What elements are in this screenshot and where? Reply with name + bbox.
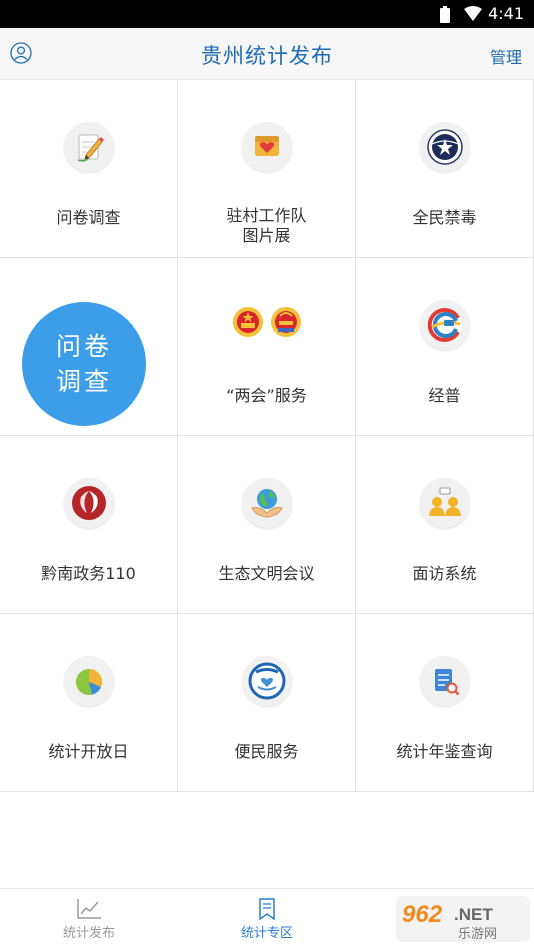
site-watermark-logo: 962 .NET 乐游网: [396, 896, 530, 942]
line-chart-icon: [77, 899, 101, 919]
status-bar: 4:41: [0, 0, 534, 28]
red-flame-logo-icon: [64, 478, 114, 528]
grid-item-interview-system[interactable]: 面访系统: [356, 436, 534, 614]
grid-item-yearbook-query[interactable]: 统计年鉴查询: [356, 614, 534, 792]
clock-time: 4:41: [488, 4, 524, 23]
grid-item-village-team-gallery[interactable]: 驻村工作队 图片展: [178, 80, 356, 258]
pencil-notepad-icon: [64, 122, 114, 172]
grid-item-label: 驻村工作队 图片展: [178, 206, 355, 246]
grid-item-label: 便民服务: [234, 742, 299, 761]
svg-text:乐游网: 乐游网: [458, 927, 497, 942]
floating-survey-button[interactable]: 问卷 调查: [22, 302, 146, 426]
feature-grid: 问卷调查 驻村工作队 图片展 全民禁毒 “两会”服务 经普 黔南政务110 生态…: [0, 80, 534, 792]
document-search-icon: [420, 656, 470, 706]
grid-item-public-service[interactable]: 便民服务: [178, 614, 356, 792]
wifi-icon: [464, 6, 482, 21]
svg-text:.NET: .NET: [454, 905, 493, 924]
grid-item-economic-census[interactable]: 经普: [356, 258, 534, 436]
bookmark-doc-icon: [259, 898, 275, 920]
app-header: 贵州统计发布 管理: [0, 28, 534, 80]
grid-item-label: 统计年鉴查询: [396, 742, 493, 761]
grid-item-label: 经普: [428, 386, 461, 405]
grid-item-statistics-open-day[interactable]: 统计开放日: [0, 614, 178, 792]
floating-button-line1: 问卷: [55, 332, 112, 361]
svg-text:962: 962: [402, 901, 443, 928]
grid-item-qiannan-gov-110[interactable]: 黔南政务110: [0, 436, 178, 614]
tab-label: 统计专区: [240, 926, 293, 941]
grid-item-label: 面访系统: [412, 564, 477, 583]
anti-drug-emblem-icon: [420, 122, 470, 172]
pie-chart-icon: [64, 656, 114, 706]
grid-item-label: 全民禁毒: [412, 208, 477, 227]
globe-hands-icon: [242, 478, 292, 528]
grid-item-eco-civilization-meeting[interactable]: 生态文明会议: [178, 436, 356, 614]
grid-item-label: 统计开放日: [48, 742, 129, 761]
battery-icon: [440, 6, 450, 23]
grid-item-two-sessions[interactable]: “两会”服务: [178, 258, 356, 436]
grid-item-label-line1: 驻村工作队: [226, 206, 307, 225]
grid-item-label: 黔南政务110: [41, 564, 136, 583]
interview-people-icon: [420, 478, 470, 528]
tab-statistics-zone[interactable]: 统计专区: [178, 889, 356, 949]
tab-statistics-release[interactable]: 统计发布: [0, 889, 178, 949]
heart-card-icon: [242, 122, 292, 172]
floating-button-line2: 调查: [55, 367, 112, 396]
grid-item-label: 问卷调查: [56, 208, 121, 227]
page-title: 贵州统计发布: [201, 44, 333, 68]
grid-item-label-line2: 图片展: [242, 226, 291, 245]
grid-item-anti-drug[interactable]: 全民禁毒: [356, 80, 534, 258]
heart-hand-emblem-icon: [242, 656, 292, 706]
manage-button[interactable]: 管理: [490, 44, 522, 68]
grid-item-questionnaire[interactable]: 问卷调查: [0, 80, 178, 258]
two-sessions-emblems-icon: [233, 307, 301, 337]
grid-item-label: 生态文明会议: [218, 564, 315, 583]
economic-census-logo-icon: [420, 300, 470, 350]
tab-label: 统计发布: [62, 926, 115, 941]
grid-item-label: “两会”服务: [226, 386, 307, 405]
